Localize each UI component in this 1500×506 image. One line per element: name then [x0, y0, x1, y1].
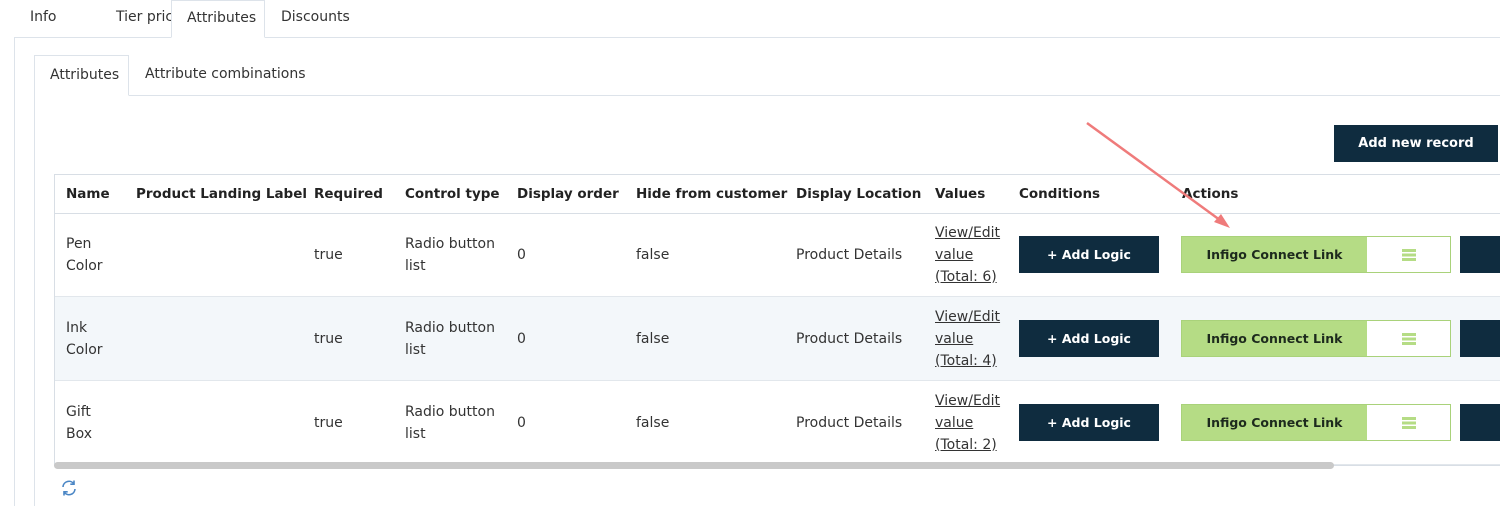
- subtab-attributes[interactable]: Attributes: [34, 55, 129, 96]
- col-values[interactable]: Values: [935, 175, 985, 213]
- table-row: Pen Color true Radio button list 0 false P…: [55, 213, 1500, 297]
- tab-attributes[interactable]: Attributes: [171, 0, 265, 38]
- view-edit-values-link[interactable]: View/Edit value (Total: 4): [935, 297, 1000, 380]
- list-icon[interactable]: [1367, 405, 1450, 440]
- row-action-button[interactable]: [1460, 236, 1500, 273]
- table-row: Gift Box true Radio button list 0 false Pr…: [55, 381, 1500, 465]
- infigo-connect-link-control: Infigo Connect Link: [1181, 236, 1451, 273]
- infigo-connect-link-button[interactable]: Infigo Connect Link: [1182, 405, 1367, 440]
- required-value: true: [314, 414, 343, 431]
- infigo-connect-link-button[interactable]: Infigo Connect Link: [1182, 237, 1367, 272]
- hide-from-customer-value: false: [636, 414, 670, 431]
- table-row: Ink Color true Radio button list 0 false P…: [55, 297, 1500, 381]
- col-hide-from-customer[interactable]: Hide from customer: [636, 175, 787, 213]
- display-location-value: Product Details: [796, 246, 903, 263]
- display-location-value: Product Details: [796, 330, 903, 347]
- top-tab-bar: Info Tier prices Attributes Discounts: [14, 0, 1500, 38]
- row-action-button[interactable]: [1460, 404, 1500, 441]
- required-value: true: [314, 246, 343, 263]
- col-name[interactable]: Name: [66, 175, 110, 213]
- control-type-value: Radio button list: [405, 235, 495, 274]
- grid-header: Name Product Landing Label Required Cont…: [55, 175, 1500, 214]
- add-logic-button[interactable]: + Add Logic: [1019, 320, 1159, 357]
- add-logic-button[interactable]: + Add Logic: [1019, 404, 1159, 441]
- display-order-value: 0: [517, 330, 526, 347]
- required-value: true: [314, 330, 343, 347]
- display-location-value: Product Details: [796, 414, 903, 431]
- annotation-arrow: [1086, 121, 1230, 228]
- list-icon[interactable]: [1367, 321, 1450, 356]
- infigo-connect-link-button[interactable]: Infigo Connect Link: [1182, 321, 1367, 356]
- attributes-grid: Name Product Landing Label Required Cont…: [54, 174, 1500, 466]
- horizontal-scrollbar[interactable]: [54, 462, 1334, 469]
- tab-discounts[interactable]: Discounts: [281, 0, 350, 36]
- list-icon[interactable]: [1367, 237, 1450, 272]
- subtab-attribute-combinations[interactable]: Attribute combinations: [145, 55, 306, 94]
- view-edit-values-link[interactable]: View/Edit value (Total: 2): [935, 381, 1000, 464]
- attribute-name: Gift Box: [66, 403, 93, 442]
- add-new-record-button[interactable]: Add new record: [1334, 125, 1498, 162]
- display-order-value: 0: [517, 246, 526, 263]
- control-type-value: Radio button list: [405, 403, 495, 442]
- col-control-type[interactable]: Control type: [405, 175, 500, 213]
- col-display-order[interactable]: Display order: [517, 175, 619, 213]
- attribute-name: Pen Color: [66, 235, 103, 274]
- col-required[interactable]: Required: [314, 175, 383, 213]
- col-display-location[interactable]: Display Location: [796, 175, 921, 213]
- sub-tab-bar: Attributes Attribute combinations: [34, 55, 1500, 96]
- hide-from-customer-value: false: [636, 330, 670, 347]
- display-order-value: 0: [517, 414, 526, 431]
- row-action-button[interactable]: [1460, 320, 1500, 357]
- refresh-icon[interactable]: [59, 478, 79, 498]
- infigo-connect-link-control: Infigo Connect Link: [1181, 320, 1451, 357]
- tab-info[interactable]: Info: [30, 0, 57, 36]
- view-edit-values-link[interactable]: View/Edit value (Total: 6): [935, 213, 1000, 296]
- control-type-value: Radio button list: [405, 319, 495, 358]
- attribute-name: Ink Color: [66, 319, 103, 358]
- infigo-connect-link-control: Infigo Connect Link: [1181, 404, 1451, 441]
- add-logic-button[interactable]: + Add Logic: [1019, 236, 1159, 273]
- col-product-landing-label[interactable]: Product Landing Label: [136, 175, 307, 213]
- hide-from-customer-value: false: [636, 246, 670, 263]
